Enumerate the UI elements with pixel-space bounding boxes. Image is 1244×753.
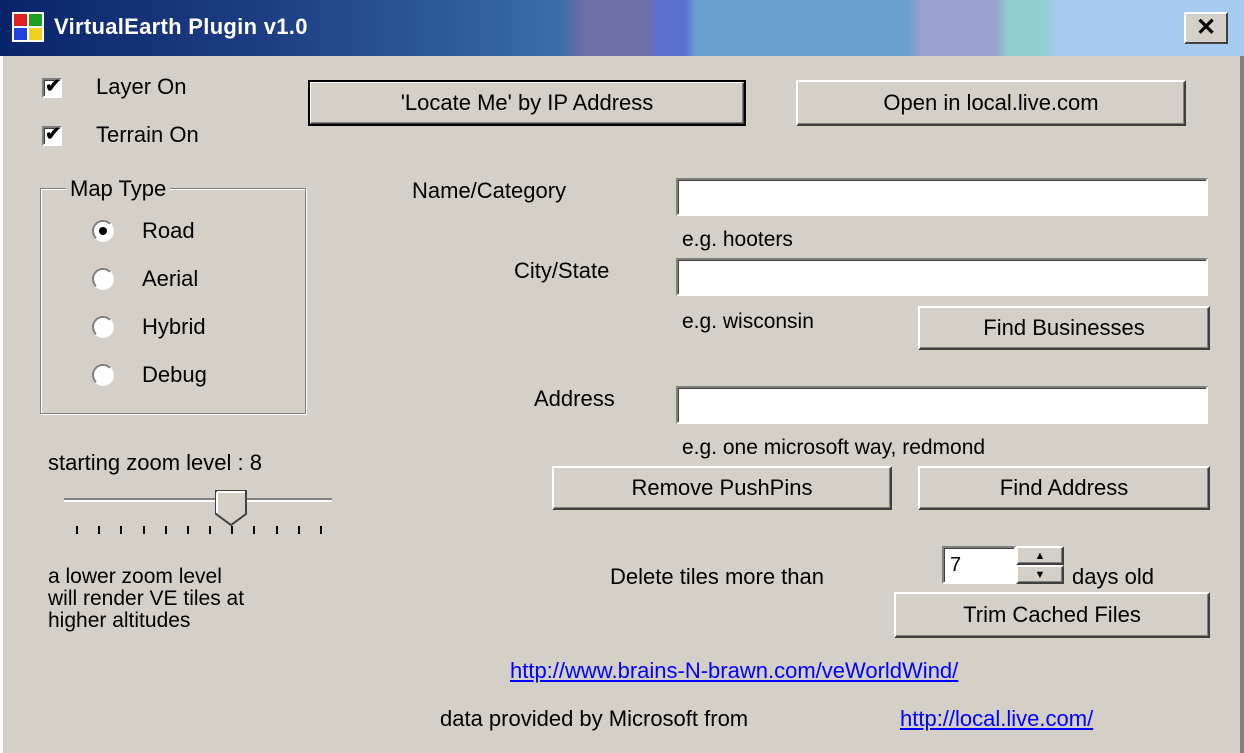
remove-pushpins-button[interactable]: Remove PushPins — [552, 466, 892, 510]
zoom-slider-thumb[interactable] — [215, 490, 248, 526]
zoom-tick — [98, 526, 101, 534]
zoom-tick — [231, 526, 234, 534]
arrow-down-icon: ▼ — [1034, 568, 1046, 581]
radio-road[interactable] — [92, 220, 114, 242]
zoom-note: a lower zoom level will render VE tiles … — [48, 566, 244, 632]
find-address-button[interactable]: Find Address — [918, 466, 1210, 510]
find-businesses-button[interactable]: Find Businesses — [918, 306, 1210, 350]
radio-selected-dot — [99, 227, 107, 235]
trim-cached-files-button[interactable]: Trim Cached Files — [894, 592, 1210, 638]
days-spinner: ▲ ▼ — [1016, 546, 1064, 584]
days-old-label: days old — [1072, 564, 1154, 589]
locate-me-button[interactable]: 'Locate Me' by IP Address — [308, 80, 746, 126]
radio-road-label: Road — [142, 218, 195, 243]
zoom-note-line: a lower zoom level — [48, 565, 222, 588]
window-title: VirtualEarth Plugin v1.0 — [54, 14, 308, 39]
days-spinner-input[interactable] — [942, 546, 1016, 584]
arrow-up-icon: ▲ — [1034, 549, 1046, 562]
project-link[interactable]: http://www.brains-N-brawn.com/veWorldWin… — [510, 658, 958, 684]
zoom-tick — [320, 526, 322, 534]
radio-debug[interactable] — [92, 364, 114, 386]
window-border-right — [1240, 56, 1244, 753]
zoom-tick — [297, 526, 300, 534]
terrain-on-checkbox[interactable]: ✔ — [42, 124, 62, 146]
name-category-label: Name/Category — [412, 178, 567, 203]
close-button[interactable]: ✕ — [1184, 12, 1228, 44]
local-live-link[interactable]: http://local.live.com/ — [900, 706, 1093, 732]
zoom-note-line: higher altitudes — [48, 609, 191, 632]
city-state-input[interactable] — [676, 258, 1208, 296]
radio-hybrid-label: Hybrid — [142, 314, 206, 339]
map-type-title: Map Type — [66, 176, 171, 202]
city-state-hint: e.g. wisconsin — [682, 310, 814, 333]
terrain-on-label: Terrain On — [96, 122, 199, 147]
address-label: Address — [534, 386, 615, 411]
delete-tiles-label: Delete tiles more than — [610, 564, 824, 589]
radio-debug-label: Debug — [142, 362, 207, 387]
zoom-level-label: starting zoom level : 8 — [48, 450, 262, 475]
zoom-tick — [120, 526, 123, 534]
name-category-input[interactable] — [676, 178, 1208, 216]
radio-aerial-label: Aerial — [142, 266, 199, 291]
close-icon: ✕ — [1195, 14, 1217, 41]
zoom-tick — [164, 526, 167, 534]
layer-on-label: Layer On — [96, 74, 187, 99]
name-category-hint: e.g. hooters — [682, 228, 793, 251]
zoom-note-line: will render VE tiles at — [48, 587, 245, 610]
spinner-down-button[interactable]: ▼ — [1016, 565, 1064, 584]
address-hint: e.g. one microsoft way, redmond — [682, 436, 986, 459]
radio-hybrid[interactable] — [92, 316, 114, 338]
address-input[interactable] — [676, 386, 1208, 424]
checkmark-icon: ✔ — [45, 124, 61, 145]
checkmark-icon: ✔ — [45, 76, 61, 97]
open-local-live-button[interactable]: Open in local.live.com — [796, 80, 1186, 126]
zoom-slider-ticks — [64, 526, 332, 536]
window-border-left — [0, 56, 3, 753]
zoom-tick — [76, 526, 78, 534]
zoom-slider-track[interactable] — [64, 498, 332, 502]
app-icon — [12, 12, 44, 42]
zoom-tick — [209, 526, 212, 534]
zoom-tick — [186, 526, 189, 534]
city-state-label: City/State — [514, 258, 610, 283]
zoom-tick — [275, 526, 278, 534]
zoom-tick — [253, 526, 256, 534]
spinner-up-button[interactable]: ▲ — [1016, 546, 1064, 565]
zoom-tick — [142, 526, 145, 534]
credit-text: data provided by Microsoft from — [440, 706, 749, 731]
layer-on-checkbox[interactable]: ✔ — [42, 76, 62, 98]
radio-aerial[interactable] — [92, 268, 114, 290]
